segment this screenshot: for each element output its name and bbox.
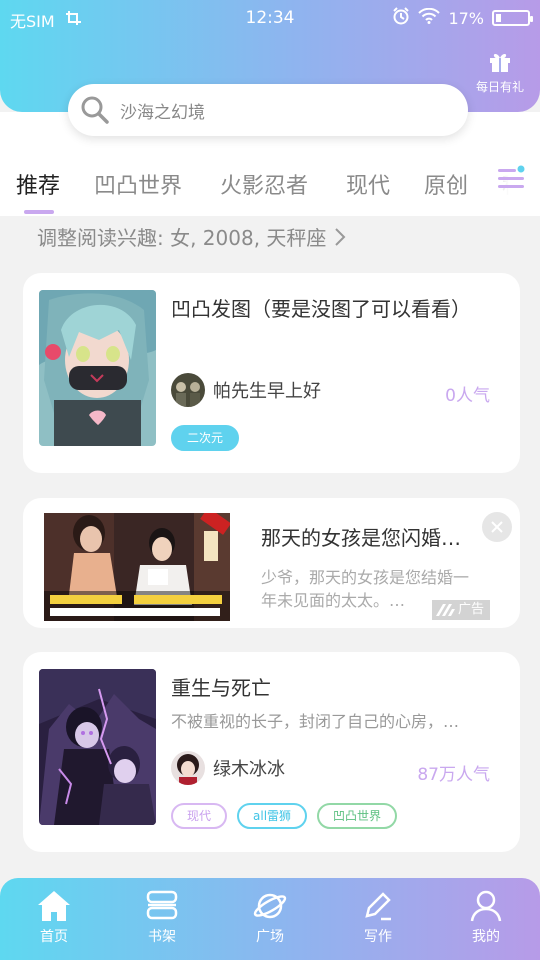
book-title[interactable]: 凹凸发图（要是没图了可以看看） — [171, 293, 471, 322]
battery-icon — [492, 10, 533, 26]
author-name: 绿木冰冰 — [213, 759, 285, 780]
nav-profile-label: 我的 — [472, 929, 500, 945]
book-tags: 二次元 — [171, 425, 240, 451]
ad-image[interactable] — [44, 513, 230, 621]
book-cover[interactable] — [39, 669, 156, 825]
book-tags: 现代 all雷狮 凹凸世界 — [171, 803, 398, 829]
popularity-count: 0人气 — [445, 386, 490, 406]
tab-naruto[interactable]: 火影忍者 — [220, 168, 308, 200]
nav-plaza[interactable]: 广场 — [230, 890, 310, 946]
book-card[interactable]: 凹凸发图（要是没图了可以看看） 帕先生早上好 0人气 二次元 — [23, 273, 520, 473]
author-avatar — [171, 751, 205, 785]
book-author[interactable]: 帕先生早上好 — [171, 373, 321, 407]
tab-original[interactable]: 原创 — [424, 168, 468, 200]
chevron-right-icon — [335, 227, 346, 246]
tab-modern[interactable]: 现代 — [346, 168, 390, 200]
nav-write-label: 写作 — [364, 929, 392, 945]
ad-title[interactable]: 那天的女孩是您闪婚… — [261, 522, 473, 551]
interest-text: 调整阅读兴趣: 女, 2008, 天秤座 — [37, 226, 327, 250]
search-icon — [81, 96, 109, 124]
active-tab-indicator — [24, 210, 54, 214]
nav-plaza-label: 广场 — [256, 929, 284, 945]
book-cover[interactable] — [39, 290, 156, 446]
nav-home-label: 首页 — [40, 929, 68, 945]
bottom-navigation: 首页 书架 广场 写作 我的 — [0, 878, 540, 960]
category-menu-icon[interactable] — [496, 164, 526, 198]
battery-fill — [496, 14, 501, 22]
bookshelf-icon — [146, 890, 178, 920]
daily-gift-label: 每日有礼 — [475, 80, 524, 94]
author-avatar — [171, 373, 205, 407]
planet-icon — [253, 893, 287, 919]
battery-percent: 17% — [448, 8, 484, 28]
tab-recommend[interactable]: 推荐 — [16, 168, 60, 200]
search-bar[interactable]: 沙海之幻境 — [68, 84, 468, 136]
ad-close-button[interactable] — [482, 512, 512, 542]
book-author[interactable]: 绿木冰冰 — [171, 751, 285, 785]
author-name: 帕先生早上好 — [213, 381, 321, 402]
home-icon — [38, 891, 70, 921]
tag[interactable]: all雷狮 — [237, 803, 308, 829]
pencil-icon — [365, 892, 391, 921]
book-description: 不被重视的长子，封闭了自己的心房，… — [171, 712, 460, 731]
profile-icon — [470, 890, 502, 922]
tag[interactable]: 现代 — [171, 803, 228, 829]
ad-badge-label: 广告 — [457, 602, 484, 617]
tag[interactable]: 二次元 — [171, 425, 240, 451]
close-icon — [491, 521, 503, 533]
nav-bookshelf[interactable]: 书架 — [122, 890, 202, 946]
daily-gift-button[interactable]: 每日有礼 — [472, 50, 528, 95]
nav-home[interactable]: 首页 — [14, 890, 94, 946]
alarm-icon — [392, 7, 410, 29]
ad-brand-icon — [435, 604, 455, 616]
popularity-count: 87万人气 — [417, 765, 490, 785]
ad-card[interactable]: 那天的女孩是您闪婚… 少爷，那天的女孩是您结婚一年未见面的太太。… 广告 — [23, 498, 520, 628]
book-card[interactable]: 重生与死亡 不被重视的长子，封闭了自己的心房，… 绿木冰冰 87万人气 现代 a… — [23, 652, 520, 852]
nav-write[interactable]: 写作 — [338, 890, 418, 946]
ad-badge: 广告 — [431, 600, 490, 620]
tag[interactable]: 凹凸世界 — [317, 803, 398, 829]
status-bar: 无SIM 12:34 17% — [0, 0, 540, 36]
category-tabs: 推荐 凹凸世界 火影忍者 现代 原创 积分 — [0, 160, 540, 216]
wifi-icon — [418, 7, 441, 28]
tab-aotu-world[interactable]: 凹凸世界 — [94, 168, 182, 200]
search-placeholder: 沙海之幻境 — [120, 102, 205, 123]
nav-bookshelf-label: 书架 — [148, 929, 176, 945]
book-title[interactable]: 重生与死亡 — [171, 672, 271, 701]
adjust-interest-link[interactable]: 调整阅读兴趣: 女, 2008, 天秤座 — [37, 222, 346, 251]
gift-icon — [490, 53, 510, 72]
nav-profile[interactable]: 我的 — [446, 890, 526, 946]
